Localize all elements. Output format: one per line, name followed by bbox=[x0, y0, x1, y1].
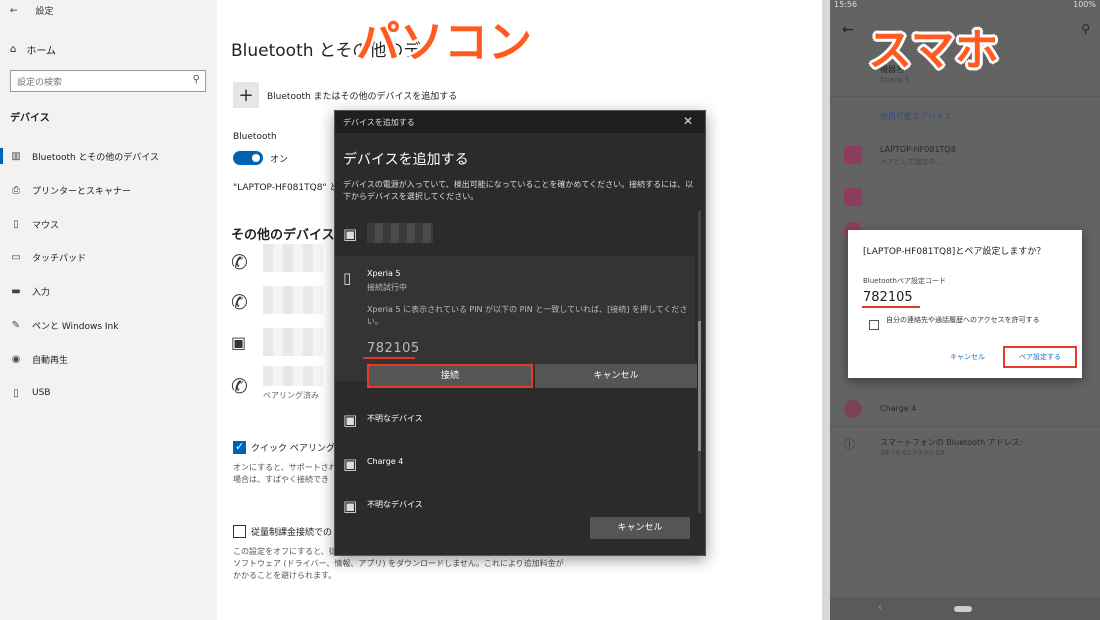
info-icon: ⓘ bbox=[844, 438, 855, 451]
sidebar-item-mouse[interactable]: ▯ マウス bbox=[0, 214, 217, 234]
autoplay-icon: ◉ bbox=[11, 353, 21, 365]
back-arrow-icon[interactable]: ← bbox=[842, 22, 854, 38]
phone-pair-dialog: [LAPTOP-HF081TQ8]とペア設定しますか？ Bluetoothペア設… bbox=[848, 230, 1082, 378]
laptop-icon bbox=[844, 188, 862, 206]
metered-note-3: かかることを避けられます。 bbox=[233, 571, 337, 580]
dialog-description: デバイスの電源が入っていて、検出可能になっていることを確かめてください。接続する… bbox=[343, 180, 694, 201]
cancel-pin-button[interactable]: キャンセル bbox=[535, 364, 697, 388]
available-devices-heading: 使用可能なデバイス bbox=[880, 112, 952, 121]
pen-icon: ✎ bbox=[11, 319, 21, 331]
other-devices-heading: その他のデバイス bbox=[231, 228, 335, 243]
pair-code-label: Bluetoothペア設定コード bbox=[863, 277, 946, 285]
device-list-item[interactable]: 不明なデバイス bbox=[367, 413, 423, 424]
device-list-item[interactable]: Charge 4 bbox=[367, 457, 403, 466]
phone-icon: ▯ bbox=[343, 269, 352, 287]
pair-dialog-title: [LAPTOP-HF081TQ8]とペア設定しますか？ bbox=[863, 247, 1046, 257]
pin-underline bbox=[862, 306, 920, 308]
metered-note-1: この設定をオフにすると、従 bbox=[233, 547, 337, 556]
back-arrow-icon[interactable]: ← bbox=[10, 6, 18, 16]
pc-annotation-label: パソコン bbox=[356, 17, 532, 68]
mouse-icon: ▯ bbox=[13, 218, 19, 230]
device-icon: ▣ bbox=[343, 455, 358, 473]
sidebar-item-bluetooth[interactable]: ▥ Bluetooth とその他のデバイス bbox=[0, 146, 217, 166]
settings-title: 設定 bbox=[35, 7, 54, 17]
bluetooth-icon: ▥ bbox=[11, 150, 21, 162]
phone-annotation-label: スマホ bbox=[868, 25, 999, 76]
home-icon: ⌂ bbox=[10, 44, 17, 55]
dialog-scroll-thumb[interactable] bbox=[698, 321, 701, 451]
quick-pair-note-1: オンにすると、サポートされて bbox=[233, 463, 345, 472]
bluetooth-toggle[interactable] bbox=[233, 151, 263, 165]
pair-confirm-button[interactable]: ペア設定する bbox=[1003, 346, 1077, 368]
settings-search-input[interactable]: 設定の検索 ⚲ bbox=[10, 70, 206, 92]
phone-icon: ✆ bbox=[231, 290, 248, 314]
selected-device-status: 接続試行中 bbox=[367, 283, 407, 292]
blurred-device-name bbox=[263, 286, 323, 314]
toggle-state-label: オン bbox=[270, 155, 289, 165]
dialog-titlebar: デバイスを追加する ✕ bbox=[335, 111, 705, 133]
bluetooth-icon bbox=[844, 400, 862, 418]
sidebar-item-printers[interactable]: ⎙ プリンターとスキャナー bbox=[0, 180, 217, 200]
bluetooth-label: Bluetooth bbox=[233, 132, 277, 142]
sidebar-item-autoplay[interactable]: ◉ 自動再生 bbox=[0, 349, 217, 369]
status-bar: 15:56 100% bbox=[834, 0, 1096, 9]
nav-back-icon[interactable]: ‹ bbox=[878, 602, 882, 613]
selected-device-name: Xperia 5 bbox=[367, 269, 401, 278]
printer-icon: ⎙ bbox=[12, 184, 20, 196]
pin-instruction: Xperia 5 に表示されている PIN が以下の PIN と一致していれば、… bbox=[367, 305, 688, 326]
paired-status: ペアリング済み bbox=[263, 391, 319, 400]
add-device-dialog: デバイスを追加する ✕ デバイスを追加する デバイスの電源が入っていて、検出可能… bbox=[334, 110, 706, 556]
allow-access-checkbox[interactable] bbox=[869, 320, 879, 330]
sidebar-item-touchpad[interactable]: ▭ タッチパッド bbox=[0, 247, 217, 267]
add-device-button[interactable]: + Bluetooth またはその他のデバイスを追加する bbox=[233, 82, 457, 108]
sidebar-item-home[interactable]: ⌂ ホーム bbox=[10, 42, 56, 57]
laptop-icon bbox=[844, 146, 862, 164]
sidebar-item-pen[interactable]: ✎ ペンと Windows Ink bbox=[0, 315, 217, 335]
quick-pair-note-2: 場合は、すばやく接続でき bbox=[233, 475, 329, 484]
quick-pair-checkbox[interactable] bbox=[233, 440, 246, 454]
allow-access-label: 自分の連絡先や通話履歴へのアクセスを許可する bbox=[886, 316, 1040, 324]
search-icon[interactable]: ⚲ bbox=[1081, 22, 1090, 36]
phone-device-name[interactable]: Charge 4 bbox=[880, 404, 916, 413]
phone-icon: ✆ bbox=[231, 374, 248, 398]
sidebar-section-title: デバイス bbox=[10, 113, 50, 124]
pin-underline bbox=[363, 357, 415, 359]
pin-code: 782105 bbox=[367, 341, 420, 356]
blurred-device-name bbox=[263, 366, 323, 386]
usb-icon: ▯ bbox=[13, 387, 19, 399]
connect-button[interactable]: 接続 bbox=[367, 364, 533, 388]
metered-note-2: ソフトウェア (ドライバー、情報、アプリ) をダウンロードしません。これにより追… bbox=[233, 559, 564, 568]
device-icon: ▣ bbox=[231, 333, 247, 352]
phone-icon: ✆ bbox=[231, 250, 248, 274]
blurred-device-name bbox=[263, 244, 323, 272]
dialog-heading: デバイスを追加する bbox=[343, 152, 469, 168]
sidebar-item-input[interactable]: ▬ 入力 bbox=[0, 281, 217, 301]
discoverable-text: "LAPTOP-HF081TQ8" と bbox=[233, 183, 339, 193]
device-icon: ▣ bbox=[343, 497, 358, 515]
phone-cancel-button[interactable]: キャンセル bbox=[950, 352, 985, 362]
search-icon: ⚲ bbox=[192, 74, 200, 85]
computer-icon: ▣ bbox=[343, 225, 358, 243]
navigation-bar: ‹ bbox=[830, 598, 1100, 620]
metered-checkbox[interactable] bbox=[233, 525, 246, 538]
sidebar-item-usb[interactable]: ▯ USB bbox=[0, 383, 217, 403]
pair-code: 782105 bbox=[863, 290, 913, 305]
phone-device-status: ペアとして設定中... bbox=[880, 158, 943, 166]
home-pill-icon[interactable] bbox=[954, 606, 972, 612]
keyboard-icon: ▬ bbox=[11, 285, 21, 297]
close-icon[interactable]: ✕ bbox=[683, 114, 693, 128]
metered-label: 従量制課金接続での bbox=[251, 528, 333, 538]
touchpad-icon: ▭ bbox=[11, 251, 21, 263]
plus-icon: + bbox=[233, 82, 259, 108]
settings-sidebar: ← 設定 ⌂ ホーム 設定の検索 ⚲ デバイス ▥ Bluetooth とその他… bbox=[0, 0, 217, 620]
blurred-device-name bbox=[367, 223, 433, 243]
bt-address-label: スマートフォンの Bluetooth アドレス: bbox=[880, 438, 1023, 447]
phone-device-name[interactable]: LAPTOP-HF081TQ8 bbox=[880, 145, 956, 154]
device-icon: ▣ bbox=[343, 411, 358, 429]
bt-address-value: 38:78:62:F3:F0:C8 bbox=[880, 449, 945, 457]
dialog-cancel-button[interactable]: キャンセル bbox=[590, 517, 690, 539]
blurred-device-name bbox=[263, 328, 323, 356]
device-list-item[interactable]: 不明なデバイス bbox=[367, 499, 423, 510]
